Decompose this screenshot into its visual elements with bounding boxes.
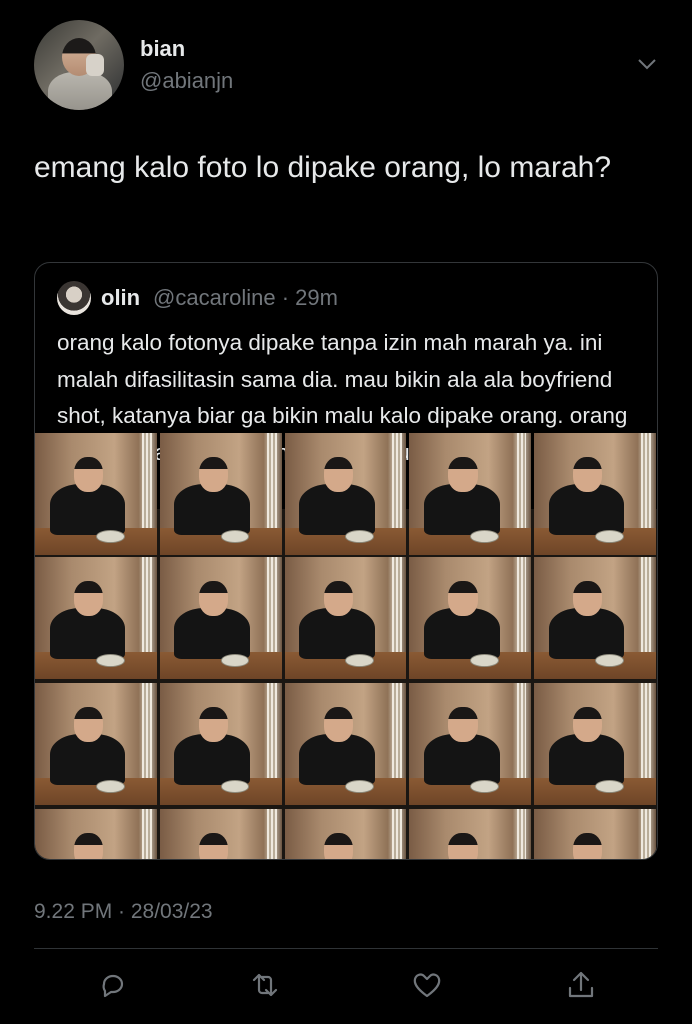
collage-photo	[534, 557, 656, 679]
tweet-text: emang kalo foto lo dipake orang, lo mara…	[34, 151, 612, 184]
collage-photo	[534, 809, 656, 859]
collage-photo	[35, 683, 157, 805]
collage-photo	[159, 433, 282, 555]
collage-photo	[409, 809, 532, 859]
retweet-icon[interactable]	[248, 968, 282, 1002]
quoted-tweet-card[interactable]: olin @cacaroline · 29m orang kalo fotony…	[34, 262, 658, 860]
author-handle[interactable]: @abianjn	[140, 68, 233, 94]
reply-icon[interactable]	[96, 968, 130, 1002]
collage-photo	[534, 433, 656, 555]
collage-photo	[409, 683, 532, 805]
collage-photo	[409, 557, 532, 679]
collage-photo	[284, 683, 407, 805]
collage-photo	[35, 433, 157, 555]
collage-photo	[284, 809, 407, 859]
avatar-figure	[48, 72, 112, 110]
collage-photo	[534, 683, 656, 805]
like-icon[interactable]	[410, 968, 444, 1002]
chevron-down-icon[interactable]	[636, 56, 658, 72]
quoted-avatar	[57, 281, 91, 315]
avatar-phone	[86, 54, 104, 76]
collage-photo	[35, 557, 157, 679]
author-name[interactable]: bian	[140, 36, 185, 62]
quoted-media[interactable]	[35, 433, 657, 859]
quoted-name: olin	[101, 285, 141, 310]
collage-photo	[159, 809, 282, 859]
collage-photo	[159, 683, 282, 805]
divider	[34, 948, 658, 949]
collage-photo	[159, 557, 282, 679]
quoted-handle-time: @cacaroline · 29m	[153, 285, 338, 310]
author-avatar[interactable]	[34, 20, 124, 110]
collage-photo	[284, 557, 407, 679]
collage-photo	[284, 433, 407, 555]
collage-photo	[409, 433, 532, 555]
tweet-timestamp: 9.22 PM · 28/03/23	[34, 900, 213, 923]
share-icon[interactable]	[564, 968, 598, 1002]
collage-photo	[35, 809, 157, 859]
